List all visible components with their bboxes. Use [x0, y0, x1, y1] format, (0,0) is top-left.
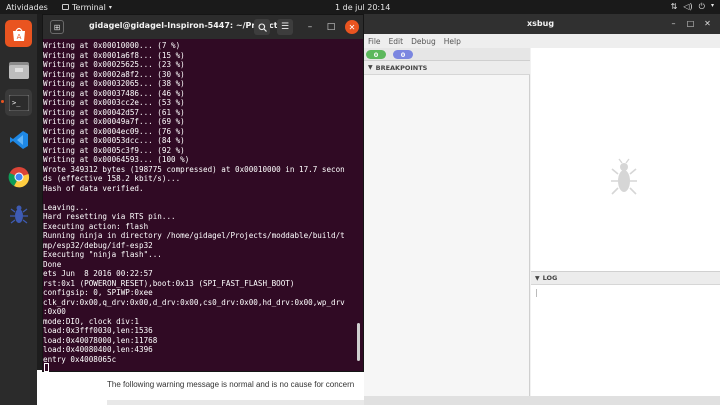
page-text: The following warning message is normal …: [107, 380, 355, 389]
close-icon[interactable]: ✕: [701, 17, 714, 30]
counter-green[interactable]: 0: [366, 50, 386, 59]
log-cursor: [536, 289, 537, 297]
background-browser-page: The following warning message is normal …: [37, 370, 367, 405]
xsbug-header[interactable]: xsbug – □ ✕: [364, 14, 720, 34]
minimize-icon[interactable]: –: [667, 17, 680, 30]
vscode-icon[interactable]: [5, 126, 32, 153]
terminal-header[interactable]: ⊞ gidagel@gidagel-Inspiron-5447: ~/Proje…: [43, 15, 363, 39]
page-divider: [107, 400, 367, 405]
terminal-scrollbar[interactable]: [357, 323, 360, 361]
minimize-icon[interactable]: –: [303, 20, 317, 34]
breakpoints-label: BREAKPOINTS: [375, 63, 428, 72]
menu-debug[interactable]: Debug: [411, 37, 436, 46]
app-menu-label: Terminal: [72, 2, 106, 12]
log-header[interactable]: ▼ LOG: [531, 271, 720, 285]
counter-blue[interactable]: 0: [393, 50, 413, 59]
terminal-app-icon: [62, 4, 69, 10]
hamburger-menu-icon[interactable]: ☰: [277, 19, 293, 35]
search-icon[interactable]: [254, 19, 270, 35]
terminal-window[interactable]: ⊞ gidagel@gidagel-Inspiron-5447: ~/Proje…: [42, 14, 364, 372]
menu-help[interactable]: Help: [444, 37, 461, 46]
xsbug-main-pane: [531, 48, 720, 396]
new-tab-icon[interactable]: ⊞: [50, 20, 64, 34]
xsbug-icon[interactable]: [5, 200, 32, 227]
network-icon: ⇅: [670, 2, 678, 11]
activities-button[interactable]: Atividades: [6, 3, 48, 12]
maximize-icon[interactable]: □: [684, 17, 697, 30]
chevron-down-icon: ▼: [368, 64, 373, 71]
terminal-icon[interactable]: >_: [5, 89, 32, 116]
svg-text:A: A: [16, 33, 21, 41]
xsbug-title: xsbug: [527, 19, 555, 28]
menu-file[interactable]: File: [368, 37, 381, 46]
bug-icon: [611, 158, 637, 195]
volume-icon: ◁): [683, 2, 693, 11]
close-icon[interactable]: ✕: [345, 20, 359, 34]
xsbug-counters: 0 0: [364, 48, 530, 61]
svg-text:>_: >_: [12, 99, 21, 107]
menu-edit[interactable]: Edit: [389, 37, 404, 46]
xsbug-left-pane: 0 0 ▼ BREAKPOINTS: [364, 48, 530, 396]
system-tray[interactable]: ⇅ ◁) ⏻ ▾: [671, 2, 714, 12]
log-label: LOG: [542, 274, 558, 282]
terminal-text: Writing at 0x00010000... (7 %) Writing a…: [43, 41, 345, 364]
files-icon[interactable]: [5, 56, 32, 83]
clock[interactable]: 1 de jul 20:14: [335, 3, 390, 12]
chrome-icon[interactable]: [5, 163, 32, 190]
power-icon: ⏻: [698, 2, 705, 11]
chevron-down-icon: ▼: [535, 274, 540, 282]
breakpoints-header[interactable]: ▼ BREAKPOINTS: [364, 61, 530, 75]
top-bar: Atividades Terminal ▾ 1 de jul 20:14 ⇅ ◁…: [0, 0, 720, 14]
terminal-output[interactable]: Writing at 0x00010000... (7 %) Writing a…: [43, 39, 363, 372]
xsbug-window[interactable]: xsbug – □ ✕ File Edit Debug Help 0 0 ▼ B…: [364, 14, 720, 405]
maximize-icon[interactable]: □: [324, 20, 338, 34]
xsbug-bottom-strip: [364, 396, 720, 405]
xsbug-menubar: File Edit Debug Help: [364, 34, 720, 48]
chevron-down-icon: ▾: [108, 3, 112, 11]
software-store-icon[interactable]: A: [5, 20, 32, 47]
dock: A >_: [0, 14, 37, 405]
chevron-down-icon: ▾: [710, 2, 714, 9]
app-menu[interactable]: Terminal ▾: [62, 3, 112, 12]
active-indicator: [1, 100, 4, 103]
terminal-cursor: [44, 363, 49, 372]
